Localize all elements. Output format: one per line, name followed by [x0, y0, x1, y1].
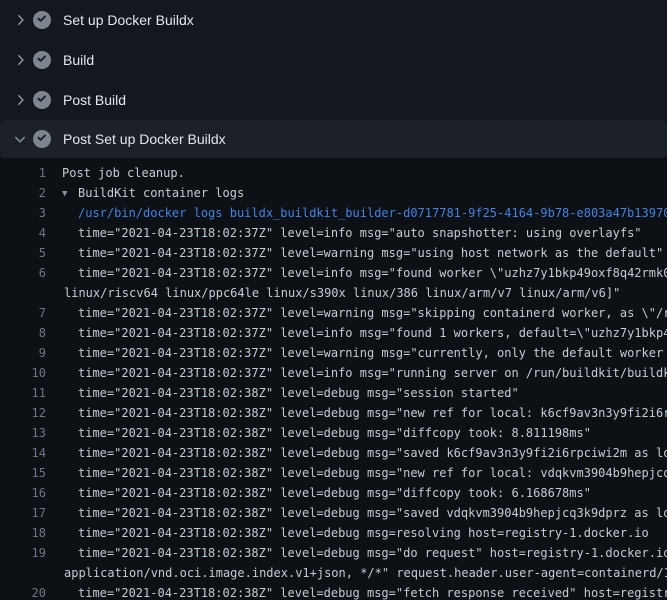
- line-number[interactable]: 8: [0, 323, 46, 343]
- log-line-text: application/vnd.oci.image.index.v1+json,…: [64, 563, 667, 583]
- log-line: 17 time="2021-04-23T18:02:38Z" level=deb…: [0, 503, 667, 523]
- log-line-text: time="2021-04-23T18:02:38Z" level=debug …: [78, 403, 667, 423]
- line-number[interactable]: 6: [0, 263, 46, 283]
- line-number[interactable]: 20: [0, 583, 46, 600]
- log-line: 6 time="2021-04-23T18:02:37Z" level=info…: [0, 263, 667, 283]
- log-line-text: time="2021-04-23T18:02:38Z" level=debug …: [78, 503, 667, 523]
- log-line-text: time="2021-04-23T18:02:38Z" level=debug …: [78, 543, 667, 563]
- line-number[interactable]: 13: [0, 423, 46, 443]
- log-line-text: linux/riscv64 linux/ppc64le linux/s390x …: [64, 283, 620, 303]
- log-line: 1 Post job cleanup.: [0, 163, 667, 183]
- log-line: 15 time="2021-04-23T18:02:38Z" level=deb…: [0, 463, 667, 483]
- log-line: 18 time="2021-04-23T18:02:38Z" level=deb…: [0, 523, 667, 543]
- line-number[interactable]: 19: [0, 543, 46, 563]
- line-number[interactable]: 5: [0, 243, 46, 263]
- chevron-right-icon: [12, 12, 28, 28]
- line-number[interactable]: 14: [0, 443, 46, 463]
- line-number[interactable]: 15: [0, 463, 46, 483]
- line-number[interactable]: 12: [0, 403, 46, 423]
- log-scroll-area[interactable]: 1 Post job cleanup. 2 ▼BuildKit containe…: [0, 158, 667, 600]
- log-line-text: time="2021-04-23T18:02:38Z" level=debug …: [78, 463, 667, 483]
- log-line: 3 /usr/bin/docker logs buildx_buildkit_b…: [0, 203, 667, 223]
- log-line: 20 time="2021-04-23T18:02:38Z" level=deb…: [0, 583, 667, 600]
- line-number[interactable]: 7: [0, 303, 46, 323]
- log-line: 14 time="2021-04-23T18:02:38Z" level=deb…: [0, 443, 667, 463]
- log-line-text: /usr/bin/docker logs buildx_buildkit_bui…: [78, 203, 667, 223]
- log-line: 5 time="2021-04-23T18:02:37Z" level=warn…: [0, 243, 667, 263]
- log-line-text: time="2021-04-23T18:02:37Z" level=warnin…: [78, 243, 663, 263]
- log-line-text: time="2021-04-23T18:02:38Z" level=debug …: [78, 483, 591, 503]
- log-line-text: time="2021-04-23T18:02:38Z" level=debug …: [78, 423, 591, 443]
- line-number[interactable]: 11: [0, 383, 46, 403]
- actions-job-log-pane: Set up Docker Buildx Build: [0, 0, 667, 600]
- line-number[interactable]: 10: [0, 363, 46, 383]
- line-number[interactable]: 4: [0, 223, 46, 243]
- log-line-text: time="2021-04-23T18:02:38Z" level=debug …: [78, 383, 519, 403]
- check-circle-icon: [33, 130, 51, 148]
- step-row-build[interactable]: Build: [0, 40, 667, 80]
- log-line: 4 time="2021-04-23T18:02:37Z" level=info…: [0, 223, 667, 243]
- step-row-post-set-up-docker-buildx[interactable]: Post Set up Docker Buildx: [0, 120, 667, 158]
- group-title: BuildKit container logs: [78, 186, 244, 200]
- step-label: Post Build: [63, 92, 126, 108]
- log-line: 2 ▼BuildKit container logs: [0, 183, 667, 203]
- log-line: linux/riscv64 linux/ppc64le linux/s390x …: [0, 283, 667, 303]
- line-number[interactable]: 1: [0, 163, 46, 183]
- log-line-text: time="2021-04-23T18:02:37Z" level=warnin…: [78, 303, 667, 323]
- log-line-text: time="2021-04-23T18:02:38Z" level=debug …: [78, 583, 667, 600]
- chevron-down-icon: [12, 131, 28, 147]
- log-line: 7 time="2021-04-23T18:02:37Z" level=warn…: [0, 303, 667, 323]
- log-line-text: Post job cleanup.: [62, 163, 185, 183]
- step-row-set-up-docker-buildx[interactable]: Set up Docker Buildx: [0, 0, 667, 40]
- group-collapse-triangle-icon[interactable]: ▼: [62, 184, 78, 204]
- log-line: 9 time="2021-04-23T18:02:37Z" level=warn…: [0, 343, 667, 363]
- log-line-text: time="2021-04-23T18:02:37Z" level=warnin…: [78, 343, 667, 363]
- log-line-text: time="2021-04-23T18:02:38Z" level=debug …: [78, 523, 649, 543]
- line-number[interactable]: 18: [0, 523, 46, 543]
- step-list: Set up Docker Buildx Build: [0, 0, 667, 158]
- chevron-right-icon: [12, 52, 28, 68]
- log-line: 19 time="2021-04-23T18:02:38Z" level=deb…: [0, 543, 667, 563]
- log-line-text: time="2021-04-23T18:02:37Z" level=info m…: [78, 263, 667, 283]
- step-label: Set up Docker Buildx: [63, 12, 194, 28]
- step-label: Post Set up Docker Buildx: [63, 131, 226, 147]
- log-line-text: ▼BuildKit container logs: [62, 183, 244, 204]
- check-circle-icon: [33, 91, 51, 109]
- log-line-text: time="2021-04-23T18:02:37Z" level=info m…: [78, 363, 667, 383]
- log-line: 13 time="2021-04-23T18:02:38Z" level=deb…: [0, 423, 667, 443]
- step-label: Build: [63, 52, 94, 68]
- line-number[interactable]: 16: [0, 483, 46, 503]
- check-circle-icon: [33, 11, 51, 29]
- log-line: 10 time="2021-04-23T18:02:37Z" level=inf…: [0, 363, 667, 383]
- line-number[interactable]: 17: [0, 503, 46, 523]
- line-number[interactable]: 9: [0, 343, 46, 363]
- chevron-right-icon: [12, 92, 28, 108]
- log-line: 11 time="2021-04-23T18:02:38Z" level=deb…: [0, 383, 667, 403]
- log-line: 12 time="2021-04-23T18:02:38Z" level=deb…: [0, 403, 667, 423]
- line-number[interactable]: 3: [0, 203, 46, 223]
- log-line-text: time="2021-04-23T18:02:38Z" level=debug …: [78, 443, 667, 463]
- log-line-text: time="2021-04-23T18:02:37Z" level=info m…: [78, 323, 667, 343]
- log-line: 8 time="2021-04-23T18:02:37Z" level=info…: [0, 323, 667, 343]
- line-number[interactable]: 2: [0, 183, 46, 203]
- step-row-post-build[interactable]: Post Build: [0, 80, 667, 120]
- log-line: application/vnd.oci.image.index.v1+json,…: [0, 563, 667, 583]
- log-line: 16 time="2021-04-23T18:02:38Z" level=deb…: [0, 483, 667, 503]
- check-circle-icon: [33, 51, 51, 69]
- log-line-text: time="2021-04-23T18:02:37Z" level=info m…: [78, 223, 642, 243]
